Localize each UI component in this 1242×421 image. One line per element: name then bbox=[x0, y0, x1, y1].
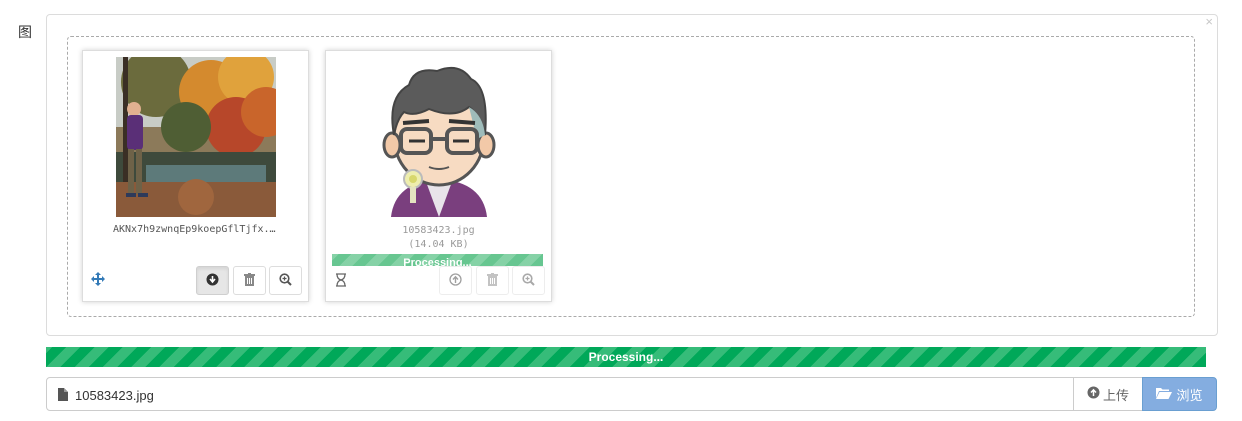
folder-open-icon bbox=[1156, 386, 1173, 402]
field-label: 图 bbox=[18, 24, 32, 40]
drop-zone[interactable]: AKNx7h9zwnqEp9koepGflTjfx... 10583423.jp… bbox=[67, 36, 1195, 317]
trash-icon bbox=[244, 272, 255, 289]
zoom-in-icon bbox=[522, 272, 535, 289]
close-icon[interactable]: × bbox=[1205, 15, 1213, 29]
browse-button-label: 浏览 bbox=[1176, 387, 1203, 403]
avatar-thumbnail-image[interactable] bbox=[359, 57, 519, 217]
thumbnail-file-name: AKNx7h9zwnqEp9koepGflTjfx... bbox=[113, 224, 282, 235]
browse-button[interactable]: 浏览 bbox=[1142, 377, 1217, 411]
photo-thumbnail-image[interactable] bbox=[116, 57, 276, 217]
hourglass-icon bbox=[335, 273, 347, 287]
upload-icon bbox=[449, 272, 462, 289]
preview-thumbnail: 10583423.jpg (14.04 KB) Processing... bbox=[325, 50, 552, 302]
file-caption-name: 10583423.jpg bbox=[75, 388, 154, 403]
zoom-button[interactable] bbox=[512, 266, 545, 295]
upload-icon bbox=[1087, 386, 1100, 402]
file-input-group: 10583423.jpg 上传 浏览 bbox=[46, 377, 1217, 411]
zoom-button[interactable] bbox=[269, 266, 302, 295]
zoom-in-icon bbox=[279, 272, 292, 289]
thumbnail-progress-bar: Processing... bbox=[332, 254, 543, 266]
delete-button[interactable] bbox=[233, 266, 266, 295]
thumbnail-file-size: (14.04 KB) bbox=[408, 239, 469, 250]
preview-thumbnail: AKNx7h9zwnqEp9koepGflTjfx... bbox=[82, 50, 309, 302]
preview-panel: × AKNx7h9zwnqEp9koepGflTjfx... 10583423.… bbox=[46, 14, 1218, 336]
upload-button[interactable] bbox=[439, 266, 472, 295]
trash-icon bbox=[487, 272, 498, 289]
delete-button[interactable] bbox=[476, 266, 509, 295]
download-icon bbox=[206, 273, 219, 289]
file-caption[interactable]: 10583423.jpg bbox=[46, 377, 1074, 411]
move-icon[interactable] bbox=[91, 272, 105, 286]
upload-progress-bar: Processing... bbox=[46, 347, 1206, 367]
thumbnail-file-name: 10583423.jpg bbox=[402, 225, 475, 236]
file-icon bbox=[58, 388, 68, 401]
download-button[interactable] bbox=[196, 266, 229, 295]
upload-button[interactable]: 上传 bbox=[1073, 377, 1143, 411]
upload-button-label: 上传 bbox=[1102, 387, 1129, 403]
